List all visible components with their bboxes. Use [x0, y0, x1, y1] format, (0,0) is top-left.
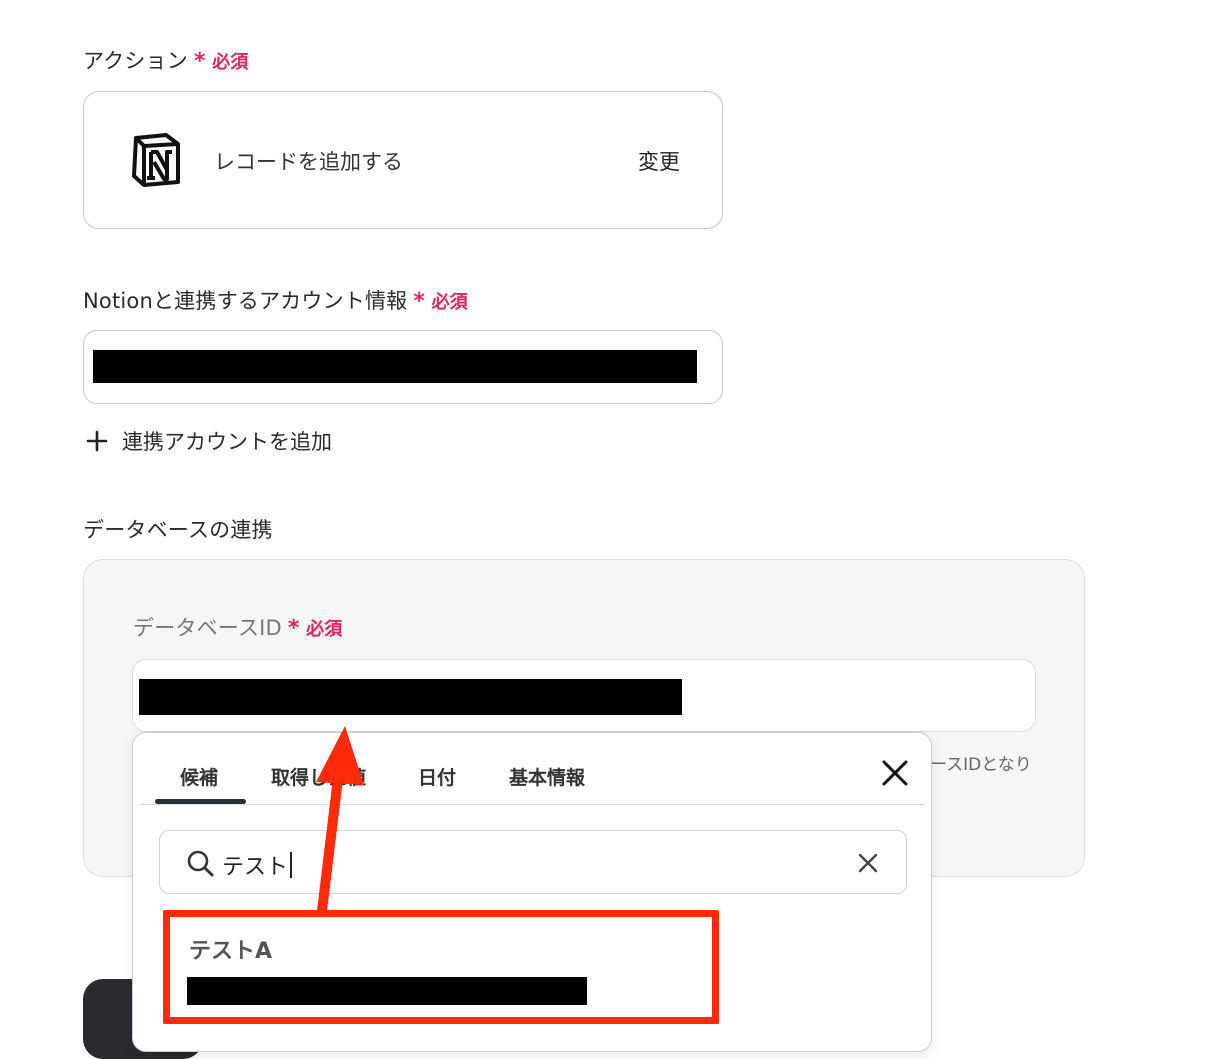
database-id-input[interactable]	[132, 659, 1036, 732]
search-icon	[187, 850, 214, 877]
search-input-value: テスト	[222, 849, 293, 881]
database-id-label: データベースID * 必須	[133, 612, 343, 642]
change-action-button[interactable]: 変更	[638, 146, 680, 176]
tab-fetched-values[interactable]: 取得した値	[271, 763, 366, 790]
search-input[interactable]: テスト	[159, 830, 907, 894]
required-badge: * 必須	[287, 616, 343, 641]
redacted-account-value	[93, 350, 697, 383]
action-name: レコードを追加する	[214, 150, 403, 174]
tab-basic-info[interactable]: 基本情報	[509, 763, 585, 790]
plus-icon	[86, 430, 108, 452]
tab-date[interactable]: 日付	[418, 763, 456, 790]
clear-search-icon[interactable]	[856, 851, 880, 875]
required-badge: * 必須	[413, 289, 468, 314]
close-icon[interactable]	[877, 755, 913, 791]
tab-divider	[141, 804, 925, 805]
database-section-title: データベースの連携	[83, 518, 273, 542]
action-label: アクション * 必須	[83, 45, 249, 75]
add-account-button[interactable]: 連携アカウントを追加	[86, 426, 332, 456]
text-caret	[290, 852, 293, 878]
database-id-label-text: データベースID	[133, 616, 282, 640]
database-id-helper-text: ースIDとなり	[930, 755, 1032, 775]
notion-logo-icon	[132, 133, 180, 187]
redacted-database-id	[139, 679, 682, 715]
add-account-label: 連携アカウントを追加	[122, 430, 332, 454]
required-badge: * 必須	[193, 49, 249, 74]
account-label: Notionと連携するアカウント情報 * 必須	[83, 285, 468, 315]
action-label-text: アクション	[83, 49, 188, 73]
tab-candidates[interactable]: 候補	[180, 763, 218, 790]
annotation-highlight-box	[163, 910, 719, 1024]
account-select[interactable]	[83, 330, 723, 404]
account-label-text: Notionと連携するアカウント情報	[83, 289, 408, 313]
action-card: レコードを追加する 変更	[83, 91, 723, 229]
